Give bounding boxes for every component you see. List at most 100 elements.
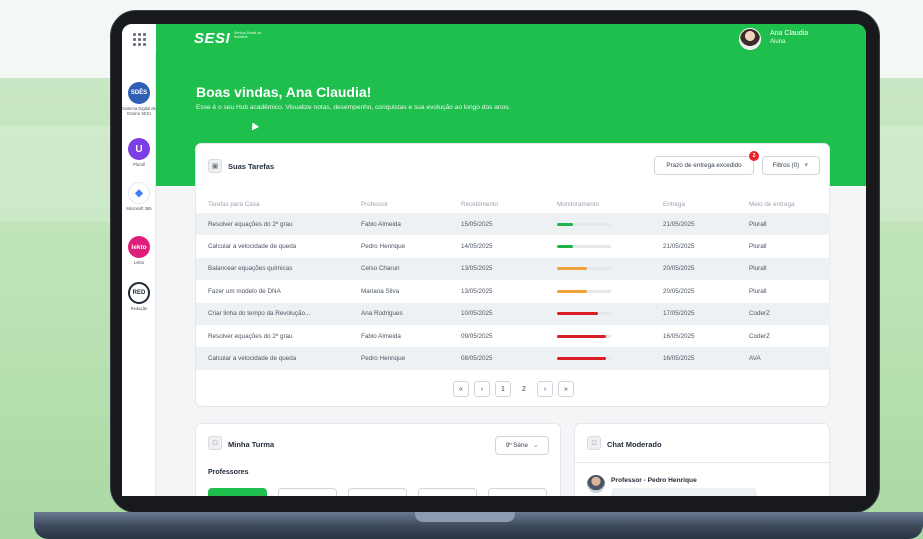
professor-tab[interactable] (418, 488, 477, 496)
professor-tab[interactable] (208, 488, 267, 496)
task-due: 21/05/2025 (663, 243, 695, 251)
professor-tab[interactable] (488, 488, 547, 496)
table-row[interactable]: Resolver equações do 2º grau Fabio Almei… (196, 213, 831, 236)
chat-message-bubble[interactable] (611, 488, 757, 496)
task-teacher: Fabio Almeida (361, 213, 461, 236)
task-teacher: Ana Rodrigues (361, 302, 461, 325)
progress-bar-fill (557, 312, 598, 316)
first-page-button[interactable]: « (453, 381, 469, 397)
column-header-teacher[interactable]: Professor (361, 196, 461, 213)
task-received: 15/05/2025 (461, 213, 557, 236)
deadline-exceeded-button[interactable]: Prazo de entrega excedido (654, 156, 754, 175)
table-header-row: Tarefas para Casa Professor Recebimento … (196, 196, 831, 213)
last-page-button[interactable]: » (558, 381, 574, 397)
task-received: 14/05/2025 (461, 243, 493, 251)
my-class-card: □ Minha Turma 9º Série ⌄ Professores (195, 423, 561, 496)
sdes-icon: SDÊS (128, 82, 150, 104)
grid-icon[interactable] (122, 24, 156, 54)
task-monitoring (557, 280, 663, 302)
progress-bar-fill (557, 267, 587, 271)
progress-bar-fill (557, 357, 606, 361)
chat-bubble-icon: □ (587, 436, 601, 450)
professor-tab[interactable] (348, 488, 407, 496)
task-received: 13/05/2025 (461, 257, 557, 281)
laptop-notch (415, 512, 515, 522)
column-header-due[interactable]: Entrega (663, 196, 749, 213)
column-header-channel[interactable]: Meio de entrega (749, 196, 831, 213)
grade-select[interactable]: 9º Série ⌄ (495, 436, 549, 455)
deadline-badge: 2 (749, 151, 759, 161)
progress-bar (557, 245, 611, 249)
task-channel: Plurall (749, 213, 831, 236)
task-channel: CoderZ (749, 332, 770, 340)
sidebar-item-microsoft-365[interactable]: ◆ Microsoft 365 (122, 182, 156, 211)
table-row[interactable]: Calcular a velocidade de queda Pedro Hen… (196, 235, 831, 257)
plurall-icon: U (128, 138, 150, 160)
page-1-button[interactable]: 1 (495, 381, 511, 397)
professor-avatar (587, 475, 605, 493)
task-due: 21/05/2025 (663, 213, 749, 236)
task-due: 20/05/2025 (663, 257, 749, 281)
chat-sender: Professor - Pedro Henrique (611, 477, 697, 484)
task-received: 08/05/2025 (461, 347, 557, 370)
tasks-title: Suas Tarefas (228, 162, 275, 171)
filter-icon: ▼ (803, 162, 810, 169)
table-row[interactable]: Resolver equações do 2º grau Fabio Almei… (196, 325, 831, 347)
professor-tab[interactable] (278, 488, 337, 496)
task-name: Calcular a velocidade de queda (208, 243, 297, 251)
table-row[interactable]: Criar linha do tempo da Revolução... Ana… (196, 302, 831, 325)
user-role: Aluna (770, 39, 786, 45)
progress-bar-fill (557, 245, 574, 249)
prev-page-button[interactable]: ‹ (474, 381, 490, 397)
microsoft-365-icon: ◆ (128, 182, 150, 204)
task-received: 13/05/2025 (461, 287, 493, 295)
progress-bar-fill (557, 289, 587, 293)
progress-bar-fill (557, 222, 574, 226)
table-row[interactable]: Calcular a velocidade de queda Pedro Hen… (196, 347, 831, 370)
task-teacher: Mariana Silva (361, 287, 400, 295)
welcome-subtitle: Esse é o seu Hub acadêmico. Visualize no… (196, 104, 511, 111)
chat-divider (575, 462, 831, 463)
task-teacher: Fabio Almeida (361, 332, 401, 340)
column-header-received[interactable]: Recebimento (461, 196, 557, 213)
task-name: Balancear equações químicas (196, 257, 361, 281)
welcome-title: Boas vindas, Ana Claudia! (196, 84, 372, 100)
task-teacher: Celso Charuri (361, 257, 461, 281)
progress-bar (557, 334, 611, 338)
column-header-task[interactable]: Tarefas para Casa (196, 196, 361, 213)
tasks-card: ▣ Suas Tarefas Prazo de entrega excedido… (195, 143, 831, 407)
sidebar-item-label: Lekto (133, 260, 145, 265)
user-avatar[interactable] (739, 28, 761, 50)
progress-bar (557, 312, 611, 316)
table-row[interactable]: Fazer um modelo de DNA Mariana Silva 13/… (196, 280, 831, 302)
task-due: 17/05/2025 (663, 302, 749, 325)
task-monitoring (557, 213, 663, 236)
sidebar-item-sdes[interactable]: SDÊS Sistema Digital de Ensino SESI (122, 82, 156, 116)
task-received: 10/05/2025 (461, 302, 557, 325)
column-header-monitoring[interactable]: Monitoramento (557, 196, 663, 213)
next-page-button[interactable]: › (537, 381, 553, 397)
task-monitoring (557, 257, 663, 281)
my-class-title: Minha Turma (228, 440, 275, 449)
task-monitoring (557, 347, 663, 370)
task-monitoring (557, 235, 663, 257)
progress-bar (557, 357, 611, 361)
deadline-exceeded-label: Prazo de entrega excedido (666, 162, 742, 169)
table-row[interactable]: Balancear equações químicas Celso Charur… (196, 257, 831, 281)
task-monitoring (557, 302, 663, 325)
page-2-button[interactable]: 2 (516, 381, 532, 397)
progress-bar-fill (557, 334, 606, 338)
pagination: « ‹ 1 2 › » (196, 381, 831, 397)
sidebar-item-plurall[interactable]: U Plurall (122, 138, 156, 167)
professors-label: Professores (208, 469, 249, 476)
task-channel: Plurall (749, 257, 831, 281)
sidebar-item-redacao[interactable]: RED Redação (122, 282, 156, 311)
user-name[interactable]: Ana Claudia (770, 30, 808, 37)
filters-button[interactable]: Filtros (0) ▼ (762, 156, 820, 175)
sidebar-item-lekto[interactable]: lekto Lekto (122, 236, 156, 265)
progress-bar (557, 267, 611, 271)
task-monitoring (557, 325, 663, 347)
grade-select-value: 9º Série (505, 442, 528, 449)
sidebar-item-label: Microsoft 365 (126, 206, 152, 211)
task-channel: Plurall (749, 243, 767, 251)
